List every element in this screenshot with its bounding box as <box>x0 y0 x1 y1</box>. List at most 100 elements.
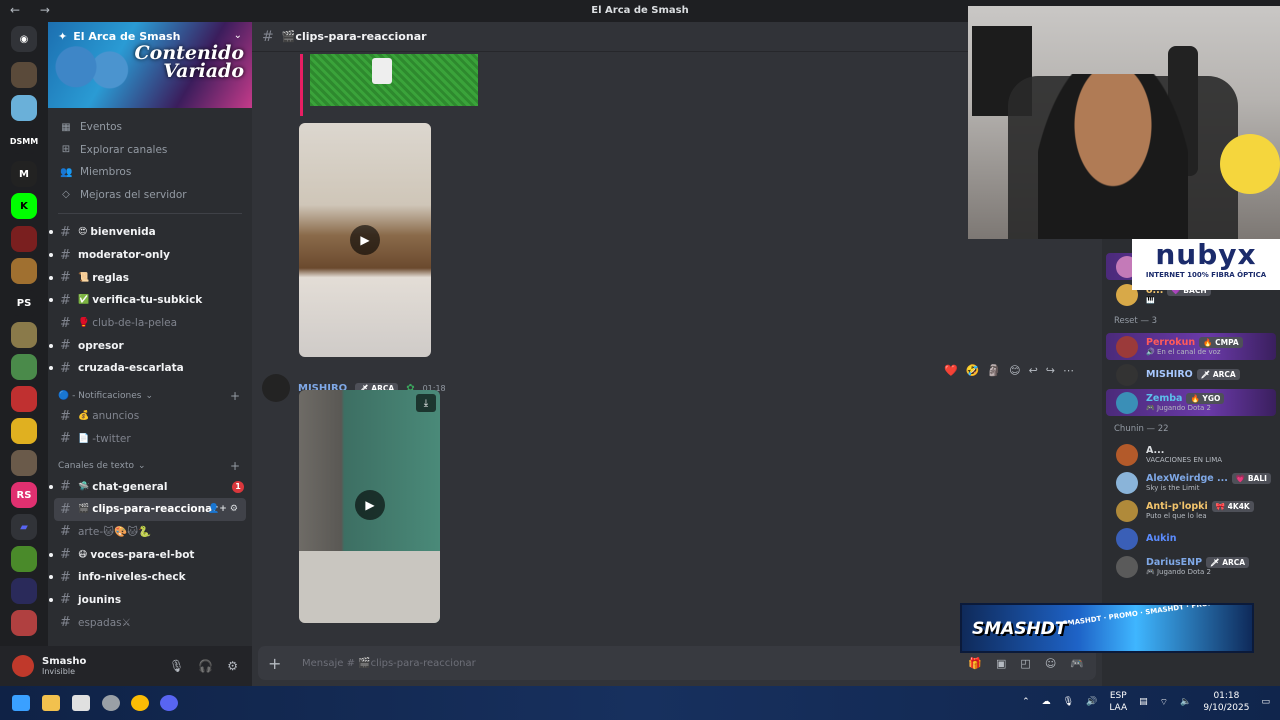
server-icon[interactable] <box>11 354 37 380</box>
heart-reaction-icon[interactable]: ❤️ <box>944 364 958 377</box>
channel-item[interactable]: # 💰 anuncios <box>48 405 252 428</box>
forward-icon[interactable]: ↪ <box>1046 364 1055 377</box>
channel-name: voces-para-el-bot <box>90 548 195 561</box>
channel-item[interactable]: # cruzada-escarlata <box>48 357 252 380</box>
server-icon[interactable] <box>11 418 37 444</box>
language-indicator[interactable]: ESP LAA <box>1109 690 1127 714</box>
gift-icon[interactable]: 🎁 <box>968 657 982 670</box>
add-reaction-icon[interactable]: 😊 <box>1009 364 1020 377</box>
sticker-icon[interactable]: ◰ <box>1020 657 1030 670</box>
avatar <box>1116 499 1138 522</box>
channel-item[interactable]: # 😷 voces-para-el-bot <box>48 543 252 566</box>
server-icon[interactable] <box>11 386 37 412</box>
member-item[interactable]: Anti-p'lopki 🎀 4K4K Puto el que lo lea <box>1106 497 1276 524</box>
microphone-icon[interactable]: 🎙 <box>169 659 184 673</box>
server-icon[interactable]: PS <box>11 290 37 316</box>
server-icon[interactable] <box>11 95 37 121</box>
server-icon[interactable] <box>11 450 37 476</box>
chevron-up-icon[interactable]: ⌃ <box>1022 697 1030 707</box>
menu-events[interactable]: ▦ Eventos <box>48 116 252 139</box>
discord-home-icon[interactable]: ◉ <box>11 26 37 52</box>
server-icon[interactable] <box>11 62 37 88</box>
channel-item[interactable]: # jounins <box>48 589 252 612</box>
add-attachment-icon[interactable]: + <box>268 654 288 673</box>
server-icon[interactable] <box>11 226 37 252</box>
laugh-reaction-icon[interactable]: 🤣 <box>966 364 980 377</box>
server-icon[interactable]: RS <box>11 482 37 508</box>
avatar[interactable] <box>262 374 290 402</box>
server-icon[interactable] <box>11 546 37 572</box>
apps-icon[interactable]: 🎮 <box>1070 657 1084 670</box>
webcam-detail <box>1220 134 1280 194</box>
channel-item[interactable]: # 😍 bienvenida <box>48 221 252 244</box>
menu-browse-channels[interactable]: ⊞ Explorar canales <box>48 139 252 162</box>
avatar[interactable] <box>12 655 34 677</box>
play-icon[interactable]: ▶ <box>355 490 385 520</box>
member-item[interactable]: Zemba 🔥 YGO 🎮 Jugando Dota 2 <box>1106 389 1276 416</box>
speaker-icon[interactable]: 🔈 <box>1180 697 1191 707</box>
channel-item[interactable]: # ✅ verifica-tu-subkick <box>48 289 252 312</box>
category-text[interactable]: Canales de texto ⌄ + <box>48 457 252 475</box>
gif-icon[interactable]: ▣ <box>996 657 1006 670</box>
clock[interactable]: 01:18 9/10/2025 <box>1203 690 1249 714</box>
server-icon[interactable] <box>11 322 37 348</box>
composer-tools: 🎁 ▣ ◰ ☺ 🎮 <box>968 657 1084 670</box>
reply-icon[interactable]: ↩ <box>1029 364 1038 377</box>
channel-item[interactable]: # 📜 reglas <box>48 266 252 289</box>
video-attachment[interactable]: ⤓ ▶ <box>299 390 440 623</box>
composer-placeholder[interactable]: Mensaje # 🎬clips-para-reaccionar <box>302 658 476 669</box>
channel-settings-icon[interactable]: 👤+ ⚙ <box>208 504 238 514</box>
member-item[interactable]: Perrokun 🔥 CMPA 🔊 En el canal de voz <box>1106 333 1276 360</box>
network-icon[interactable]: ▤ <box>1139 697 1148 707</box>
member-item[interactable]: MISHIRO 🗡 ARCA <box>1106 361 1276 388</box>
channel-item[interactable]: # arte-🐱🎨🐱🐍 <box>48 521 252 544</box>
channel-item[interactable]: # 🎬 clips-para-reaccionar 👤+ ⚙ <box>54 497 246 521</box>
server-icon[interactable] <box>11 258 37 284</box>
gear-icon[interactable]: ⚙ <box>227 659 238 673</box>
video-attachment[interactable]: ▶ <box>299 123 431 357</box>
member-item[interactable]: DariusENP 🗡 ARCA 🎮 Jugando Dota 2 <box>1106 553 1276 580</box>
play-icon[interactable]: ▶ <box>350 225 380 255</box>
server-banner[interactable]: ✦ El Arca de Smash ⌄ Contenido Variado <box>48 22 252 108</box>
headphones-icon[interactable]: 🎧 <box>198 659 213 673</box>
wifi-icon[interactable]: ⌔ <box>1160 697 1168 708</box>
server-icon[interactable] <box>11 578 37 604</box>
channel-item[interactable]: # 🥊 club-de-la-pelea <box>48 312 252 335</box>
chrome-icon[interactable] <box>131 695 149 711</box>
file-explorer-icon[interactable] <box>42 695 60 711</box>
volume-icon[interactable]: 🔊 <box>1086 697 1097 707</box>
app-icon[interactable] <box>102 695 120 711</box>
channel-item[interactable]: # 📄 -twitter <box>48 428 252 451</box>
channel-item[interactable]: # espadas⚔ <box>48 611 252 634</box>
server-icon[interactable] <box>11 610 37 636</box>
menu-boosts[interactable]: ◇ Mejoras del servidor <box>48 184 252 207</box>
cloud-icon[interactable]: ☁ <box>1042 697 1051 707</box>
folder-icon[interactable]: ▰ <box>11 514 37 540</box>
server-icon[interactable]: M <box>11 161 37 187</box>
chevron-down-icon[interactable]: ⌄ <box>234 30 242 41</box>
download-icon[interactable]: ⤓ <box>416 394 436 412</box>
member-item[interactable]: AlexWeirdge ... 💗 BALI Sky is the Limit <box>1106 469 1276 496</box>
category-notifications[interactable]: 🔵 - Notificaciones ⌄ + <box>48 387 252 405</box>
more-icon[interactable]: ⋯ <box>1063 364 1074 377</box>
add-channel-icon[interactable]: + <box>230 389 240 403</box>
microphone-icon[interactable]: 🎙 <box>1063 697 1074 707</box>
discord-taskbar-icon[interactable] <box>160 695 178 711</box>
menu-members[interactable]: 👥 Miembros <box>48 161 252 184</box>
channel-item[interactable]: # moderator-only <box>48 244 252 267</box>
moai-reaction-icon[interactable]: 🗿 <box>987 364 1001 377</box>
kick-server-icon[interactable]: K <box>11 193 37 219</box>
channel-item[interactable]: # info-niveles-check <box>48 566 252 589</box>
unread-dot <box>49 366 53 371</box>
windows-start-icon[interactable] <box>12 695 30 711</box>
channel-item[interactable]: # opresor <box>48 334 252 357</box>
member-item[interactable]: A... VACACIONES EN LIMA <box>1106 441 1276 468</box>
add-channel-icon[interactable]: + <box>230 459 240 473</box>
notification-icon[interactable]: ▭ <box>1261 697 1270 707</box>
server-icon[interactable]: DSMM <box>10 128 38 154</box>
app-icon[interactable] <box>72 695 90 711</box>
member-item[interactable]: Aukin <box>1106 525 1276 552</box>
image-attachment[interactable] <box>310 54 478 106</box>
channel-item[interactable]: # 🛸 chat-general 1 <box>48 475 252 498</box>
emoji-icon[interactable]: ☺ <box>1045 657 1056 670</box>
